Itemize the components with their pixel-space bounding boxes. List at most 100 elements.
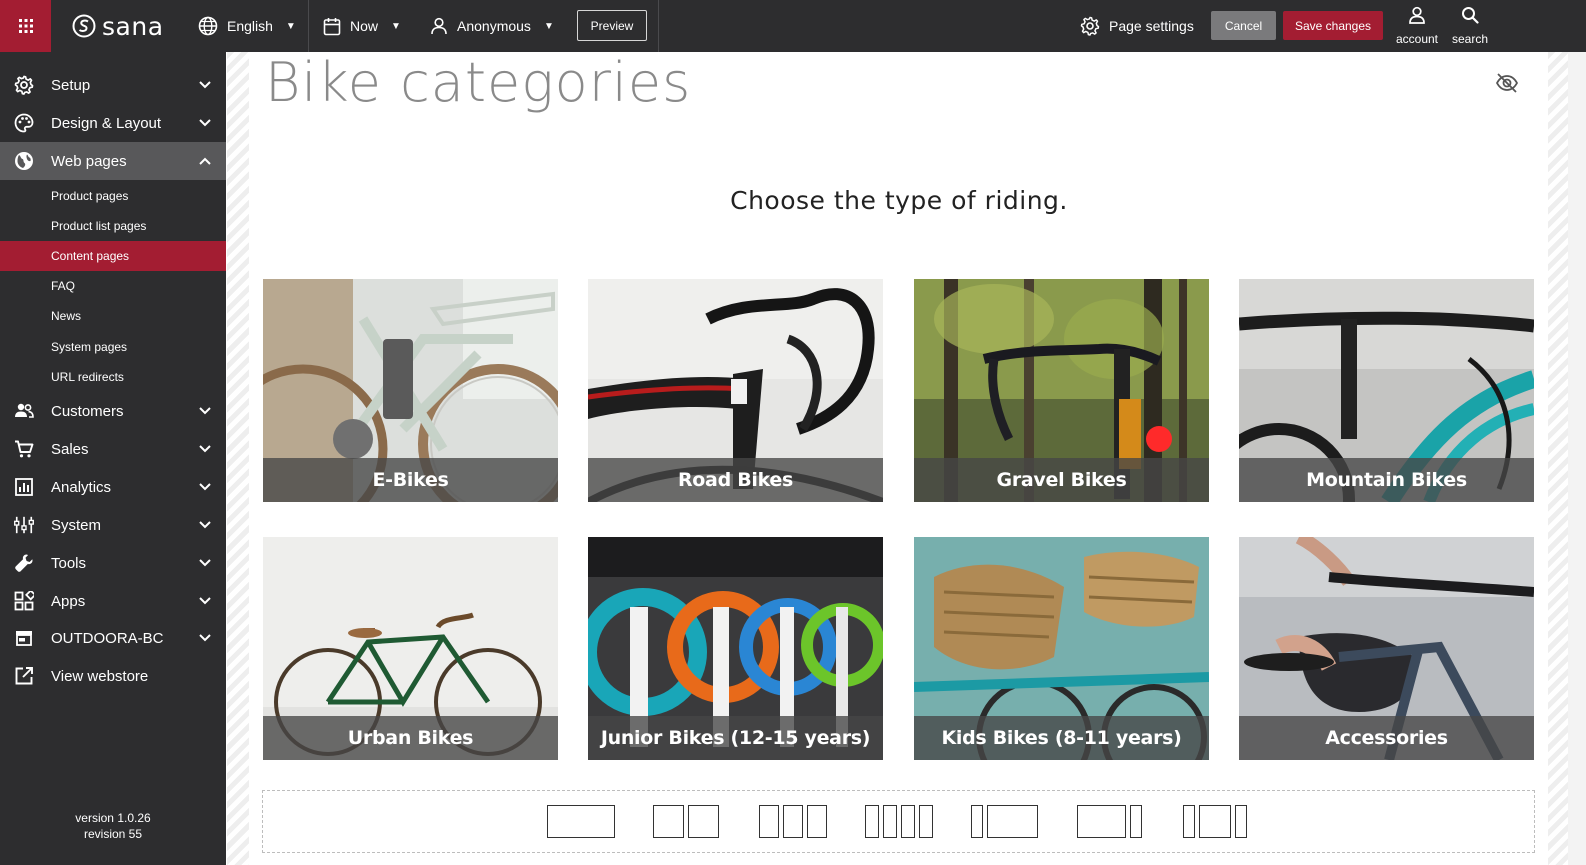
chevron-down-icon — [199, 81, 211, 89]
sidebar-item-design-layout[interactable]: Design & Layout — [0, 104, 226, 142]
search-icon — [1462, 7, 1479, 24]
sidebar-item-label: Analytics — [51, 478, 112, 496]
sidebar-subitem-product-pages[interactable]: Product pages — [0, 181, 226, 211]
sidebar-item-label: Apps — [51, 592, 86, 610]
sana-logo-icon — [72, 14, 96, 38]
sidebar-item-web-pages[interactable]: Web pages — [0, 142, 226, 180]
category-tile-junior-bikes[interactable]: Junior Bikes (12-15 years) — [588, 537, 883, 760]
sidebar-subitem-news[interactable]: News — [0, 301, 226, 331]
page-settings-button[interactable]: Page settings — [1080, 0, 1194, 52]
search-label: search — [1451, 32, 1489, 46]
eye-off-icon[interactable] — [1495, 72, 1519, 94]
sidebar-item-system[interactable]: System — [0, 506, 226, 544]
sidebar-item-apps[interactable]: Apps — [0, 582, 226, 620]
chevron-down-icon — [199, 445, 211, 453]
sidebar-item-sales[interactable]: Sales — [0, 430, 226, 468]
app-launcher-button[interactable] — [0, 0, 51, 52]
category-tile-gravel-bikes[interactable]: Gravel Bikes — [914, 279, 1209, 502]
sidebar-item-label: Setup — [51, 76, 91, 94]
sidebar-item-label: Design & Layout — [51, 114, 162, 132]
gear-icon — [1080, 16, 1100, 36]
user-icon — [431, 17, 447, 35]
version-label: version 1.0.26 — [75, 811, 151, 825]
save-changes-button[interactable]: Save changes — [1283, 11, 1383, 40]
gear-icon — [14, 75, 34, 95]
sidebar-item-label: Sales — [51, 440, 89, 458]
layout-option-1-2-1-columns[interactable] — [1183, 805, 1247, 838]
caret-down-icon: ▼ — [391, 20, 401, 32]
apps-icon — [14, 591, 34, 611]
sidebar-item-label: Customers — [51, 402, 124, 420]
sidebar-item-label: System — [51, 516, 102, 534]
language-label: English — [227, 18, 273, 34]
account-button[interactable]: account — [1389, 6, 1445, 46]
sidebar-item-outdoora-bc[interactable]: OUTDOORA-BC — [0, 619, 226, 657]
tile-caption-bar: Kids Bikes (8-11 years) — [914, 716, 1209, 760]
sidebar-subitem-system-pages[interactable]: System pages — [0, 332, 226, 362]
sidebar-item-label: OUTDOORA-BC — [51, 629, 164, 647]
sidebar-item-label: Tools — [51, 554, 87, 572]
sidebar-item-analytics[interactable]: Analytics — [0, 468, 226, 506]
tile-caption: E-Bikes — [372, 469, 449, 491]
layout-option-1-3-columns[interactable] — [971, 805, 1038, 838]
section-subtitle: Choose the type of riding. — [730, 186, 1068, 215]
chevron-down-icon — [199, 407, 211, 415]
sidebar-item-setup[interactable]: Setup — [0, 66, 226, 104]
logo-text: sana — [102, 11, 164, 41]
sidebar-subitem-product-list-pages[interactable]: Product list pages — [0, 211, 226, 241]
tile-caption-bar: Mountain Bikes — [1239, 458, 1534, 502]
preview-button[interactable]: Preview — [577, 10, 647, 41]
tile-caption-bar: Accessories — [1239, 716, 1534, 760]
canvas-edge-left — [227, 52, 249, 865]
caret-down-icon: ▼ — [285, 20, 296, 32]
tile-caption: Mountain Bikes — [1306, 469, 1467, 491]
sidebar-subitem-faq[interactable]: FAQ — [0, 271, 226, 301]
layout-option-1-column[interactable] — [547, 805, 615, 838]
sidebar-item-view-webstore[interactable]: View webstore — [0, 657, 226, 695]
caret-down-icon: ▼ — [543, 20, 554, 32]
cancel-button[interactable]: Cancel — [1211, 11, 1276, 40]
sidebar-item-label: Web pages — [51, 152, 127, 170]
tile-caption: Gravel Bikes — [996, 469, 1127, 491]
category-tile-e-bikes[interactable]: E-Bikes — [263, 279, 558, 502]
layout-option-2-columns[interactable] — [653, 805, 719, 838]
language-selector[interactable]: English ▼ — [198, 0, 296, 52]
layout-option-4-columns[interactable] — [865, 805, 933, 838]
tile-caption-bar: Junior Bikes (12-15 years) — [588, 716, 883, 760]
date-label: Now — [350, 18, 379, 34]
chevron-down-icon — [199, 521, 211, 529]
category-tile-mountain-bikes[interactable]: Mountain Bikes — [1239, 279, 1534, 502]
chevron-down-icon — [199, 119, 211, 127]
tile-caption: Junior Bikes (12-15 years) — [600, 727, 871, 749]
tile-caption: Road Bikes — [677, 469, 794, 491]
globe-icon — [198, 16, 218, 36]
scrollbar[interactable] — [1568, 52, 1586, 865]
chart-icon — [15, 478, 33, 496]
grid-icon — [18, 19, 33, 33]
chevron-down-icon — [199, 597, 211, 605]
account-label: account — [1395, 32, 1439, 46]
tile-caption-bar: Gravel Bikes — [914, 458, 1209, 502]
category-tile-kids-bikes[interactable]: Kids Bikes (8-11 years) — [914, 537, 1209, 760]
category-tile-accessories[interactable]: Accessories — [1239, 537, 1534, 760]
palette-icon — [14, 113, 34, 133]
divider — [658, 0, 659, 52]
search-button[interactable]: search — [1442, 6, 1498, 46]
category-tile-road-bikes[interactable]: Road Bikes — [588, 279, 883, 502]
category-tile-urban-bikes[interactable]: Urban Bikes — [263, 537, 558, 760]
layout-option-3-columns[interactable] — [759, 805, 827, 838]
tile-caption-bar: Road Bikes — [588, 458, 883, 502]
sidebar-subitem-url-redirects[interactable]: URL redirects — [0, 362, 226, 392]
sidebar-item-tools[interactable]: Tools — [0, 544, 226, 582]
version-info: version 1.0.26 revision 55 — [0, 810, 226, 842]
external-link-icon — [15, 667, 33, 685]
date-selector[interactable]: Now ▼ — [323, 0, 401, 52]
layout-option-3-1-columns[interactable] — [1077, 805, 1142, 838]
tile-caption-bar: Urban Bikes — [263, 716, 558, 760]
sana-logo[interactable]: sana — [72, 11, 164, 41]
account-icon — [1409, 6, 1425, 24]
tile-caption: Kids Bikes (8-11 years) — [941, 727, 1182, 749]
sidebar-item-customers[interactable]: Customers — [0, 392, 226, 430]
sidebar-subitem-content-pages[interactable]: Content pages — [0, 241, 226, 271]
visitor-selector[interactable]: Anonymous ▼ — [430, 0, 554, 52]
